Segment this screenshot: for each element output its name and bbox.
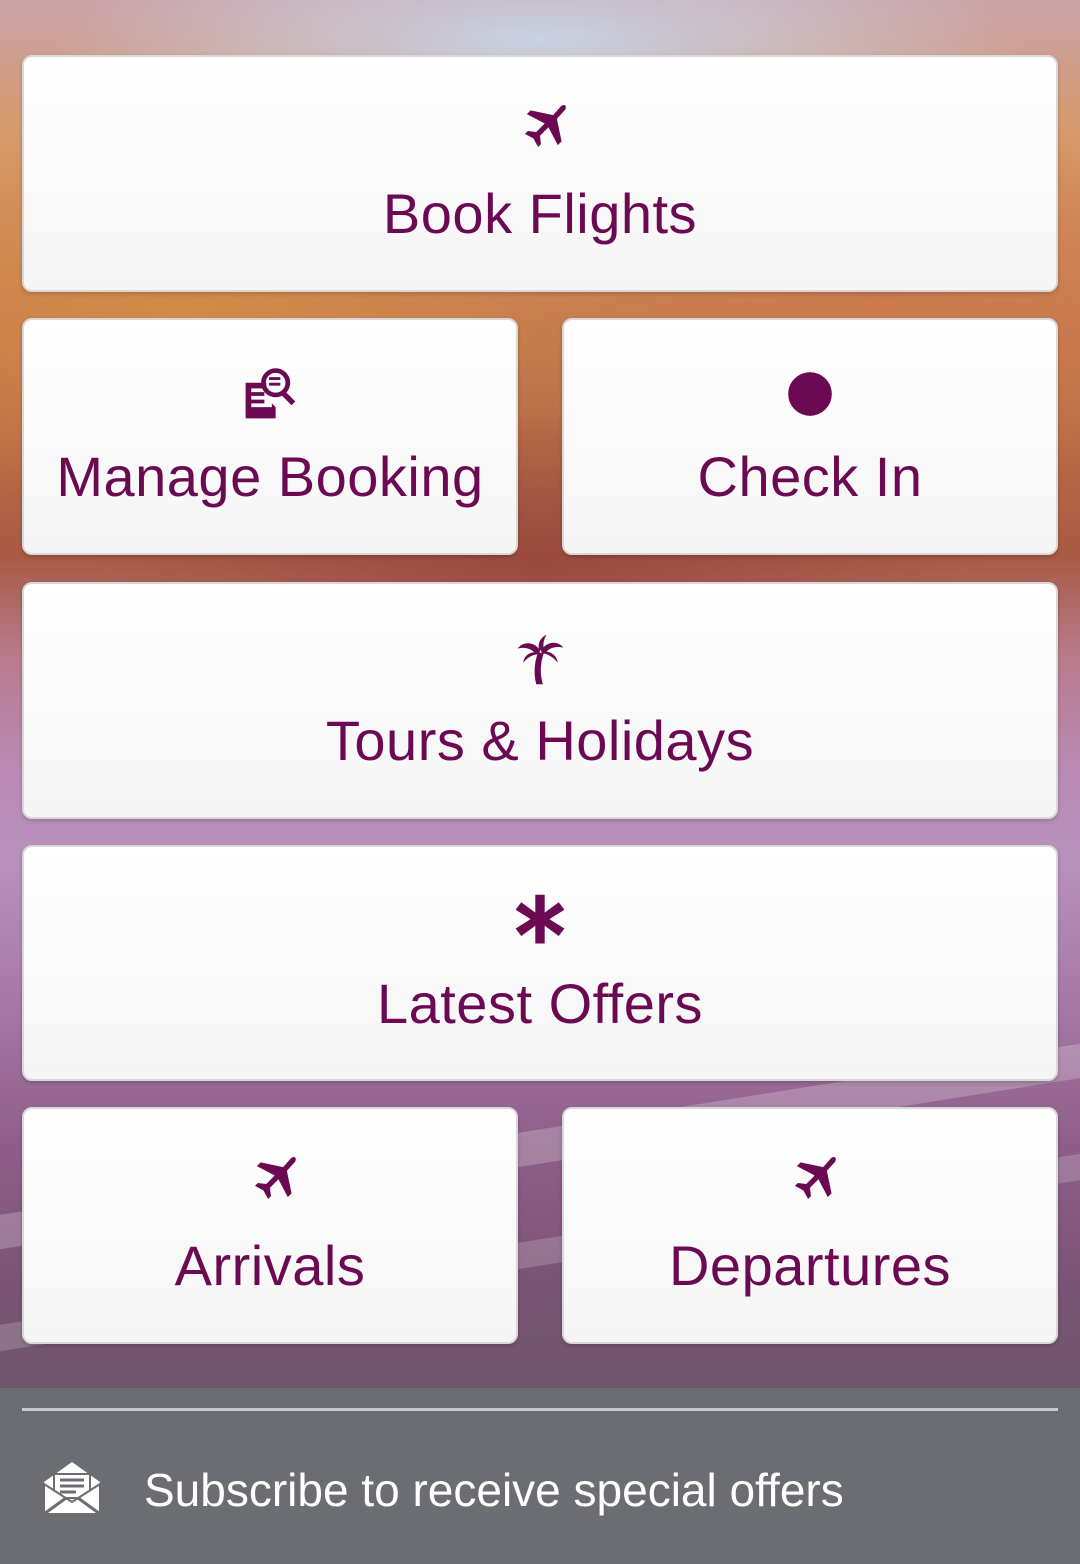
- arrivals-button[interactable]: Arrivals: [22, 1107, 518, 1344]
- footer-bar: Subscribe to receive special offers: [0, 1388, 1080, 1564]
- footer-divider: [22, 1408, 1058, 1411]
- home-screen: Book Flights Manage Booking Check In Tou…: [0, 0, 1080, 1564]
- subscribe-label: Subscribe to receive special offers: [144, 1464, 844, 1516]
- departures-button[interactable]: Departures: [562, 1107, 1058, 1344]
- tours-holidays-button[interactable]: Tours & Holidays: [22, 582, 1058, 819]
- latest-offers-label: Latest Offers: [376, 972, 704, 1035]
- arrivals-label: Arrivals: [174, 1234, 366, 1297]
- manage-booking-label: Manage Booking: [56, 445, 484, 508]
- check-in-label: Check In: [697, 445, 923, 508]
- airplane-icon: [778, 1151, 842, 1215]
- book-flights-label: Book Flights: [382, 182, 698, 245]
- latest-offers-button[interactable]: Latest Offers: [22, 845, 1058, 1081]
- mail-open-icon: [40, 1456, 104, 1520]
- manage-booking-button[interactable]: Manage Booking: [22, 318, 518, 555]
- airplane-icon: [238, 1151, 302, 1215]
- airplane-icon: [508, 99, 572, 163]
- document-search-icon: [238, 362, 302, 426]
- subscribe-offers-button[interactable]: Subscribe to receive special offers: [22, 1444, 1058, 1534]
- departures-label: Departures: [668, 1234, 952, 1297]
- asterisk-icon: [508, 889, 572, 953]
- palm-tree-icon: [508, 626, 572, 690]
- tours-holidays-label: Tours & Holidays: [325, 709, 755, 772]
- check-in-button[interactable]: Check In: [562, 318, 1058, 555]
- book-flights-button[interactable]: Book Flights: [22, 55, 1058, 292]
- globe-icon: [778, 362, 842, 426]
